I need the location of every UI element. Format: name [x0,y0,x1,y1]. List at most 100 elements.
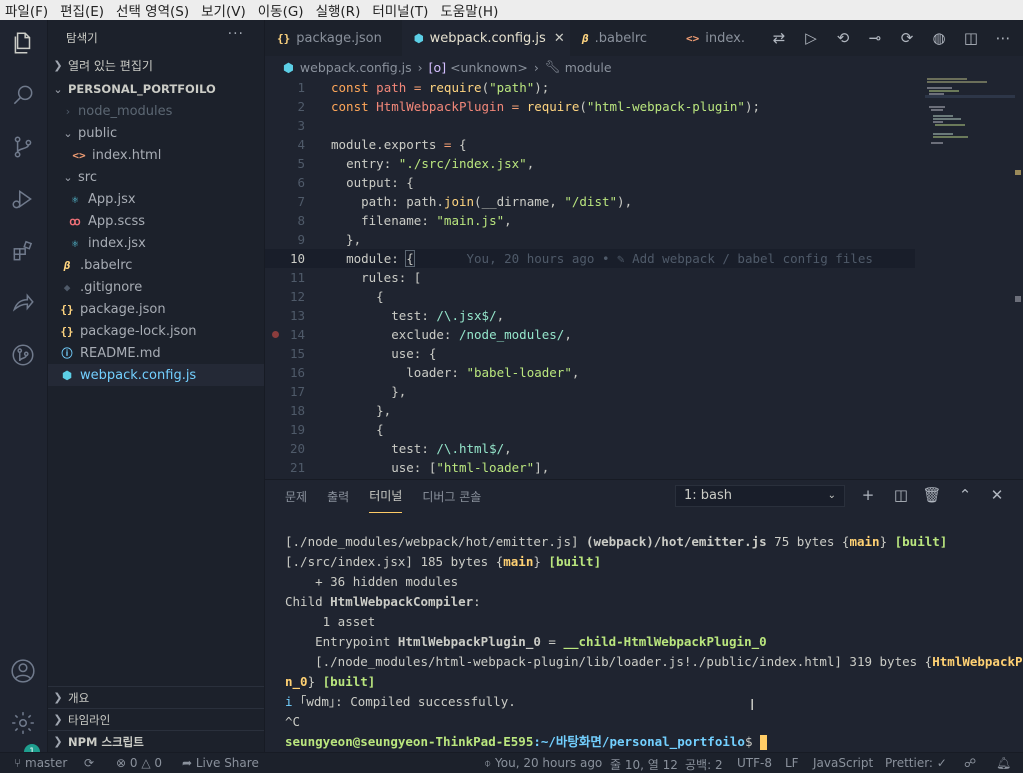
new-terminal-icon[interactable]: + [858,486,878,504]
tree-item-readme[interactable]: ⓘ README.md [48,342,264,364]
menu-view[interactable]: 보기(V) [196,0,253,20]
terminal-output[interactable]: [./node_modules/webpack/hot/emitter.js] … [285,532,1023,752]
branch-status[interactable]: ⑂ master [14,756,67,770]
tab-babelrc[interactable]: β .babelrc [570,20,674,56]
menu-run[interactable]: 실행(R) [311,0,368,20]
tree-item-index-jsx[interactable]: ⚛ index.jsx [48,232,264,254]
breadcrumb-file[interactable]: webpack.config.js [300,60,412,75]
menu-bar: 파일(F) 편집(E) 선택 영역(S) 보기(V) 이동(G) 실행(R) 터… [0,0,1023,20]
menu-terminal[interactable]: 터미널(T) [367,0,435,20]
tab-package-json[interactable]: {} package.json [265,20,402,56]
chevron-right-icon: ❯ [53,58,63,72]
code-line: 19 { [289,422,384,437]
chevron-down-icon: ⌄ [827,490,836,501]
indentation-status[interactable]: 공백: 2 [685,756,723,773]
problems-status[interactable]: ⊗ 0 △ 0 [116,756,162,770]
run-file-icon[interactable]: ▷ [795,29,827,47]
tree-item-package-lock-json[interactable]: {} package-lock.json [48,320,264,342]
menu-file[interactable]: 파일(F) [0,0,55,20]
encoding-status[interactable]: UTF-8 [737,756,772,770]
terminal-cursor [760,735,767,750]
split-editor-icon[interactable]: ◫ [955,29,987,47]
commit-icon[interactable]: ⊸ [859,29,891,47]
breadcrumb-scope[interactable]: <unknown> [450,60,528,75]
text-cursor-icon: I [750,696,755,714]
search-icon[interactable] [8,80,38,110]
webpack-file-icon: ⬢ [414,31,424,45]
notifications-bell-icon[interactable]: 🔔︎ [996,756,1011,770]
maximize-panel-icon[interactable]: ⌃ [955,486,975,504]
sync-icon[interactable]: ⟳ [84,756,94,770]
breadcrumb-symbol[interactable]: module [565,60,612,75]
git-file-icon: ◆ [63,280,71,294]
chevron-down-icon: ⌄ [53,82,63,96]
chevron-right-icon: ❯ [53,735,63,748]
close-panel-icon[interactable]: ✕ [987,486,1007,504]
terminal-select[interactable]: 1: bash ⌄ [675,485,845,507]
feedback-icon[interactable]: ☍ [964,756,976,770]
tree-item-index-html[interactable]: <> index.html [48,144,264,166]
code-line: 14 exclude: /node_modules/, [265,325,915,344]
next-change-icon[interactable]: ⟳ [891,29,923,47]
account-icon[interactable] [8,656,38,686]
tree-item-package-json[interactable]: {} package.json [48,298,264,320]
open-editors-section[interactable]: ❯ 열려 있는 편집기 [48,54,264,76]
menu-selection[interactable]: 선택 영역(S) [111,0,196,20]
project-section[interactable]: ⌄ PERSONAL_PORTFOILO [48,78,264,100]
blame-status[interactable]: ⌽ You, 20 hours ago [484,756,602,771]
tab-debug-console[interactable]: 디버그 콘솔 [422,480,481,513]
info-file-icon: ⓘ [61,347,73,360]
close-icon[interactable]: ✕ [554,31,565,46]
tree-item-src[interactable]: ⌄ src [48,166,264,188]
live-share-status[interactable]: ➦ Live Share [182,756,259,770]
breadcrumb: ⬢ webpack.config.js › [o] <unknown> › 🔧︎… [283,58,612,76]
code-line-current: 10 module: { You, 20 hours ago • ✎ Add w… [265,249,915,268]
tree-item-babelrc[interactable]: β .babelrc [48,254,264,276]
more-actions-icon[interactable]: ··· [228,26,244,42]
open-changes-icon[interactable]: ⇄ [763,29,795,47]
trash-icon[interactable]: 🗑︎ [922,486,942,504]
tree-item-webpack-config[interactable]: ⬢ webpack.config.js [48,364,264,386]
settings-gear-icon[interactable] [8,708,38,738]
explorer-icon[interactable] [8,28,38,58]
outline-section[interactable]: ❯ 개요 [48,686,264,708]
breakpoint-icon[interactable] [272,331,279,338]
previous-change-icon[interactable]: ⟲ [827,29,859,47]
tab-webpack-config[interactable]: ⬢ webpack.config.js ✕ [402,20,570,56]
tab-index-html[interactable]: <> index. [674,20,754,56]
menu-edit[interactable]: 편집(E) [55,0,111,20]
eol-status[interactable]: LF [785,756,799,770]
menu-go[interactable]: 이동(G) [253,0,311,20]
chevron-right-icon: ❯ [53,713,63,726]
chevron-right-icon: ❯ [53,691,63,704]
more-actions-icon[interactable]: ⋯ [987,29,1019,47]
git-graph-icon[interactable] [8,340,38,370]
minimap[interactable] [925,78,1021,479]
tree-item-public[interactable]: ⌄ public [48,122,264,144]
code-line: 15 use: { [289,346,437,361]
tab-terminal[interactable]: 터미널 [369,479,403,513]
source-control-icon[interactable] [8,132,38,162]
language-mode[interactable]: JavaScript [813,756,873,770]
terminal-line: Child HtmlWebpackCompiler: [285,594,481,609]
tab-problems[interactable]: 문제 [285,480,307,513]
extensions-icon[interactable] [8,236,38,266]
npm-scripts-section[interactable]: ❯ NPM 스크립트 [48,730,264,752]
tree-item-app-jsx[interactable]: ⚛ App.jsx [48,188,264,210]
tab-output[interactable]: 출력 [327,480,349,513]
code-line: 9 }, [297,232,362,247]
tree-item-gitignore[interactable]: ◆ .gitignore [48,276,264,298]
code-editor[interactable]: 1 const path = require("path"); 2 const Ht… [265,78,915,478]
live-share-icon[interactable] [8,288,38,318]
run-debug-icon[interactable] [8,184,38,214]
split-terminal-icon[interactable]: ◫ [891,486,911,504]
tree-item-app-scss[interactable]: ꝏ App.scss [48,210,264,232]
cursor-position[interactable]: 줄 10, 열 12 [610,756,678,773]
menu-help[interactable]: 도움말(H) [435,0,505,20]
error-icon: ⊗ [116,756,130,770]
tree-item-node-modules[interactable]: › node_modules [48,100,264,122]
timeline-section[interactable]: ❯ 타임라인 [48,708,264,730]
prettier-status[interactable]: Prettier: ✓ [885,756,947,770]
code-line: 11 rules: [ [289,270,422,285]
git-lens-icon[interactable]: ◍ [923,29,955,47]
